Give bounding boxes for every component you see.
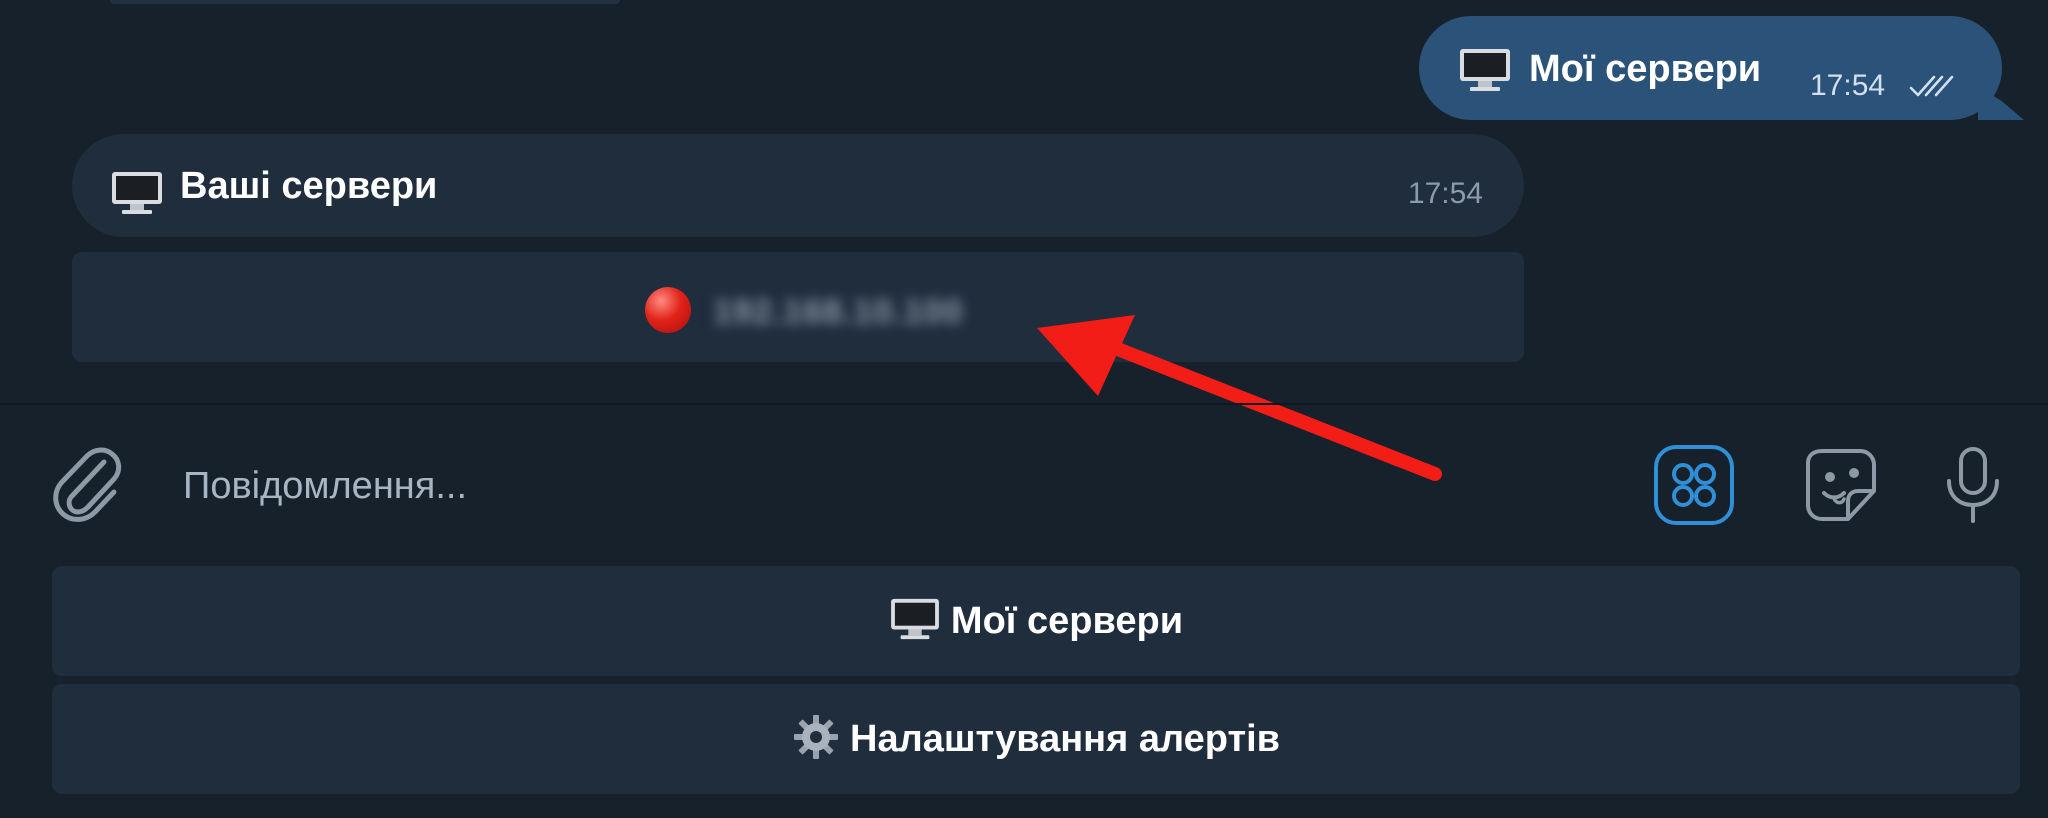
gear-icon — [792, 713, 840, 766]
red-circle-status-icon — [645, 287, 691, 333]
microphone-icon[interactable] — [1938, 443, 2008, 532]
incoming-message-bubble[interactable]: Ваші сервери 17:54 — [72, 134, 1524, 237]
incoming-message-text: Ваші сервери — [180, 165, 438, 207]
telegram-chat-window: Мої сервери 17:54 Ваші сервери 17:54 192… — [0, 0, 2048, 818]
incoming-message-time: 17:54 — [1407, 177, 1483, 210]
desktop-computer-icon — [110, 170, 164, 221]
desktop-computer-icon — [889, 597, 941, 646]
keyboard-button-my-servers[interactable]: Мої сервери — [52, 566, 2020, 676]
keyboard-button-label: Налаштування алертів — [850, 718, 1280, 760]
previous-message-edge — [110, 0, 620, 4]
keyboard-button-label: Мої сервери — [950, 600, 1184, 642]
outgoing-message-text: Мої сервери — [1529, 48, 1762, 90]
message-input[interactable] — [183, 456, 1583, 516]
double-check-read-icon — [1908, 72, 1956, 105]
server-address-label: 192.168.10.100 — [713, 293, 964, 331]
sticker-icon[interactable] — [1798, 443, 1884, 532]
outgoing-message-time: 17:54 — [1810, 69, 1886, 102]
paperclip-icon[interactable] — [48, 444, 128, 531]
outgoing-message-bubble[interactable]: Мої сервери 17:54 — [1419, 16, 2002, 120]
keyboard-button-alert-settings[interactable]: Налаштування алертів — [52, 684, 2020, 794]
desktop-computer-icon — [1458, 47, 1512, 98]
bot-keyboard-icon[interactable] — [1652, 443, 1736, 532]
composer-divider — [0, 403, 2048, 405]
